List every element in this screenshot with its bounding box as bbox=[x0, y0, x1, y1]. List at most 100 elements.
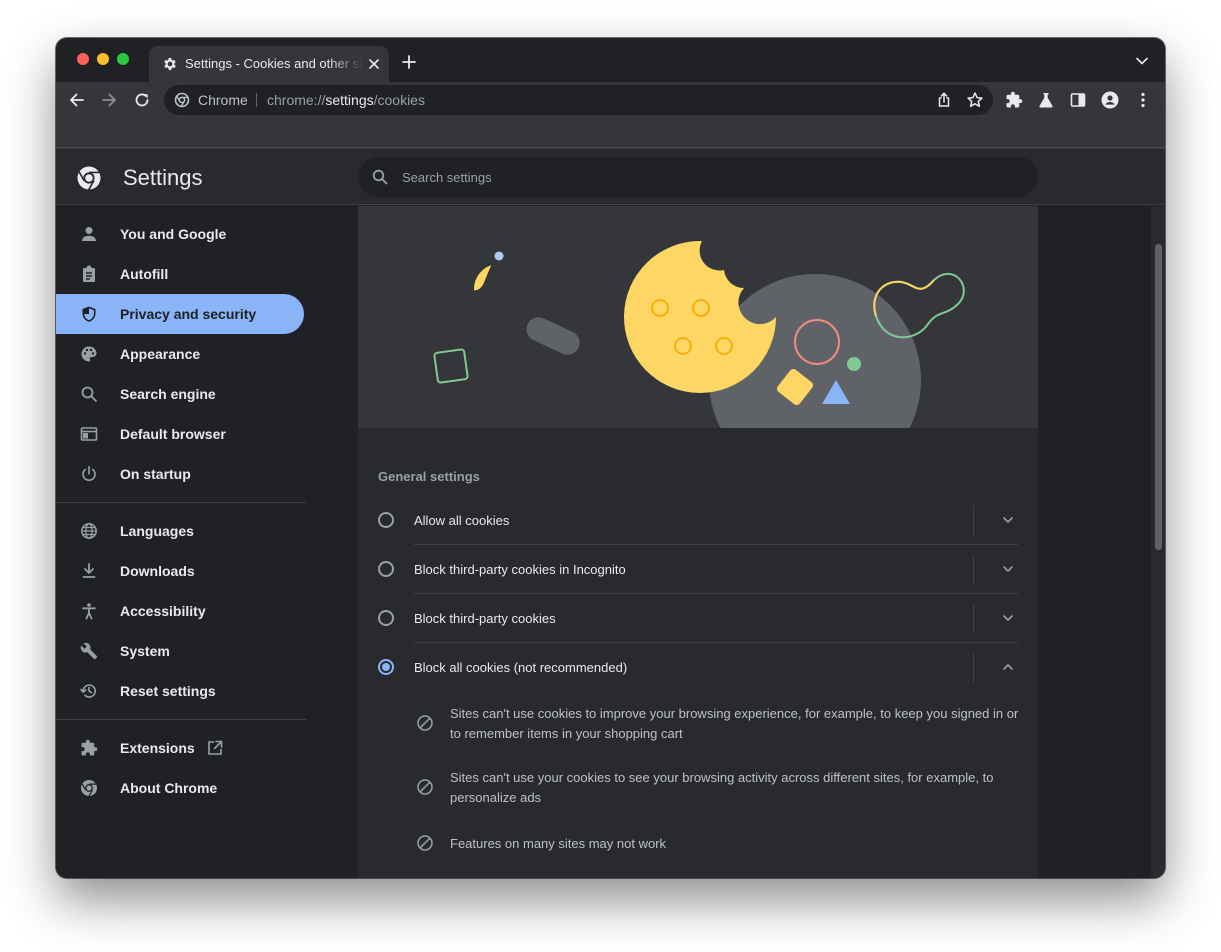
sidebar-item-accessibility[interactable]: Accessibility bbox=[56, 591, 304, 631]
minimize-window-button[interactable] bbox=[97, 53, 109, 65]
sidebar-item-system[interactable]: System bbox=[56, 631, 304, 671]
option-label: Block third-party cookies in Incognito bbox=[414, 562, 626, 577]
url-text: chrome://settings/cookies bbox=[267, 92, 425, 108]
sidebar-item-label: You and Google bbox=[120, 226, 227, 242]
bookmark-star-icon[interactable] bbox=[966, 91, 984, 109]
side-panel-icon[interactable] bbox=[1069, 91, 1087, 109]
sidebar-item-you-and-google[interactable]: You and Google bbox=[56, 214, 304, 254]
url-path: /cookies bbox=[373, 92, 425, 108]
radio-button[interactable] bbox=[378, 610, 394, 626]
row-divider bbox=[973, 653, 974, 683]
radio-button[interactable] bbox=[378, 512, 394, 528]
cookies-illustration bbox=[358, 206, 1038, 486]
scrollbar-thumb[interactable] bbox=[1155, 244, 1162, 550]
search-icon bbox=[372, 169, 388, 185]
sidebar-item-downloads[interactable]: Downloads bbox=[56, 551, 304, 591]
block-icon bbox=[417, 715, 433, 731]
forward-arrow-icon[interactable] bbox=[100, 91, 118, 109]
new-tab-button[interactable] bbox=[402, 55, 416, 69]
row-divider bbox=[973, 555, 974, 585]
tab-strip: Settings - Cookies and other site data bbox=[56, 38, 1165, 82]
detail-text: Sites can't use cookies to improve your … bbox=[450, 706, 1019, 741]
radio-button-selected[interactable] bbox=[378, 659, 394, 675]
omnibox-divider bbox=[256, 93, 257, 107]
power-icon bbox=[82, 466, 96, 481]
sidebar-item-about-chrome[interactable]: About Chrome bbox=[56, 768, 304, 808]
person-icon bbox=[82, 227, 96, 241]
sidebar-divider bbox=[56, 502, 306, 503]
sidebar-item-label: Search engine bbox=[120, 386, 216, 402]
detail-text: Sites can't use your cookies to see your… bbox=[450, 770, 994, 805]
browser-window-icon bbox=[80, 427, 98, 441]
puzzle-icon[interactable] bbox=[1005, 91, 1023, 109]
cookie-option-allow-all[interactable]: Allow all cookies bbox=[378, 496, 1018, 545]
zoom-window-button[interactable] bbox=[117, 53, 129, 65]
chrome-logo-icon bbox=[174, 92, 190, 108]
chevron-up-icon[interactable] bbox=[1001, 660, 1015, 674]
sidebar-item-label: Downloads bbox=[120, 563, 195, 579]
scrollbar[interactable] bbox=[1150, 206, 1165, 878]
sidebar-item-label: Reset settings bbox=[120, 683, 216, 699]
chevron-down-icon[interactable] bbox=[1001, 562, 1015, 576]
sidebar-item-label: Accessibility bbox=[120, 603, 206, 619]
sidebar-item-extensions[interactable]: Extensions bbox=[56, 728, 304, 768]
sidebar-item-label: Appearance bbox=[120, 346, 201, 362]
back-arrow-icon[interactable] bbox=[68, 91, 86, 109]
open-in-new-icon bbox=[208, 740, 223, 755]
tab-settings[interactable]: Settings - Cookies and other site data bbox=[149, 46, 389, 82]
address-bar[interactable]: Chrome chrome://settings/cookies bbox=[164, 85, 993, 115]
option-label: Allow all cookies bbox=[414, 513, 510, 528]
wrench-icon bbox=[80, 642, 98, 660]
sidebar-item-label: On startup bbox=[120, 466, 191, 482]
sidebar-item-label: About Chrome bbox=[120, 780, 218, 796]
palette-icon bbox=[81, 346, 97, 362]
url-host: settings bbox=[325, 92, 374, 108]
tab-search-chevron-icon[interactable] bbox=[1135, 56, 1149, 66]
chevron-down-icon[interactable] bbox=[1001, 611, 1015, 625]
sidebar-item-default-browser[interactable]: Default browser bbox=[56, 414, 304, 454]
profile-avatar-icon[interactable] bbox=[1101, 91, 1119, 109]
gear-icon bbox=[164, 58, 176, 70]
option-label: Block all cookies (not recommended) bbox=[414, 660, 628, 675]
chrome-logo-icon bbox=[77, 166, 101, 191]
reload-icon[interactable] bbox=[133, 91, 151, 109]
sidebar-item-autofill[interactable]: Autofill bbox=[56, 254, 304, 294]
labs-flask-icon[interactable] bbox=[1037, 91, 1055, 109]
cookie-option-block-incognito[interactable]: Block third-party cookies in Incognito bbox=[378, 545, 1018, 594]
page-title: Settings bbox=[123, 165, 203, 190]
more-menu-icon[interactable] bbox=[1134, 91, 1152, 109]
close-window-button[interactable] bbox=[77, 53, 89, 65]
block-icon bbox=[417, 835, 433, 851]
close-tab-icon[interactable] bbox=[367, 57, 381, 71]
puzzle-icon bbox=[81, 739, 98, 756]
shield-icon bbox=[82, 306, 96, 322]
cookie-option-block-third-party[interactable]: Block third-party cookies bbox=[378, 594, 1018, 643]
sidebar-item-appearance[interactable]: Appearance bbox=[56, 334, 304, 374]
cookie-option-block-all[interactable]: Block all cookies (not recommended) bbox=[378, 643, 1018, 692]
row-divider bbox=[973, 604, 974, 634]
option-label: Block third-party cookies bbox=[414, 611, 556, 626]
toolbar: Chrome chrome://settings/cookies bbox=[56, 82, 1165, 118]
search-input[interactable] bbox=[402, 157, 1022, 197]
share-icon[interactable] bbox=[935, 91, 953, 109]
chevron-down-icon[interactable] bbox=[1001, 513, 1015, 527]
row-divider bbox=[973, 506, 974, 536]
chrome-logo-icon bbox=[81, 780, 97, 797]
download-icon bbox=[82, 563, 96, 578]
sidebar-item-label: Privacy and security bbox=[120, 306, 257, 322]
browser-window: Settings - Cookies and other site data bbox=[56, 38, 1165, 878]
sidebar-item-search-engine[interactable]: Search engine bbox=[56, 374, 304, 414]
sidebar-item-languages[interactable]: Languages bbox=[56, 511, 304, 551]
sidebar-item-label: Languages bbox=[120, 523, 194, 539]
detail-text: Features on many sites may not work bbox=[450, 836, 667, 851]
tab-title: Settings - Cookies and other site data bbox=[185, 56, 363, 71]
sidebar-item-privacy-and-security[interactable]: Privacy and security bbox=[56, 294, 304, 334]
radio-button[interactable] bbox=[378, 561, 394, 577]
search-icon bbox=[81, 386, 97, 402]
sidebar-divider bbox=[56, 719, 306, 720]
block-icon bbox=[417, 779, 433, 795]
settings-search[interactable] bbox=[358, 157, 1038, 197]
sidebar-item-reset-settings[interactable]: Reset settings bbox=[56, 671, 304, 711]
sidebar-item-on-startup[interactable]: On startup bbox=[56, 454, 304, 494]
sidebar-item-label: Autofill bbox=[120, 266, 169, 282]
